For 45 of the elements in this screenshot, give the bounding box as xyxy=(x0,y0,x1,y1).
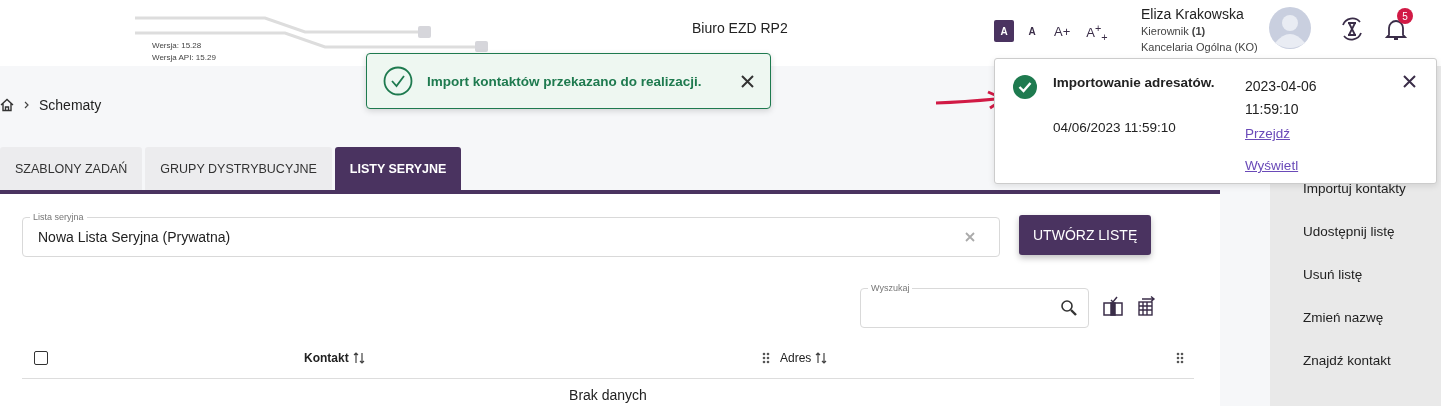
search-field[interactable]: Wyszukaj xyxy=(860,284,1089,328)
menu-item[interactable]: Udostępnij listę xyxy=(1303,221,1441,242)
tab[interactable]: SZABLONY ZADAŃ xyxy=(0,147,143,190)
user-name: Eliza Krakowska xyxy=(1141,5,1245,23)
user-unit: Kancelaria Ogólna (KO) xyxy=(1141,40,1258,55)
close-icon[interactable] xyxy=(741,74,754,88)
tab[interactable]: LISTY SERYJNE xyxy=(334,147,462,190)
version-text: Wersja: 15.28 xyxy=(152,40,203,52)
home-icon[interactable] xyxy=(0,98,14,112)
notification-title: Importowanie adresatów. xyxy=(1053,75,1216,90)
toast-message: Import kontaktów przekazano do realizacji. xyxy=(427,73,703,89)
column-header[interactable]: Kontakt xyxy=(304,351,349,365)
breadcrumb-item[interactable]: Schematy xyxy=(39,97,102,113)
notification-date: 2023-04-06 xyxy=(1245,77,1318,96)
column-header[interactable]: Adres xyxy=(780,351,812,365)
notification-link[interactable]: Przejdź xyxy=(1245,124,1290,144)
breadcrumb-separator-icon xyxy=(24,101,29,109)
check-circle-icon xyxy=(383,66,413,96)
hourglass-icon[interactable] xyxy=(1339,16,1365,42)
drag-handle-icon[interactable] xyxy=(1176,352,1184,364)
search-icon[interactable] xyxy=(1060,299,1078,317)
select-all-checkbox[interactable] xyxy=(34,351,48,365)
list-select-field[interactable]: Lista seryjna Nowa Lista Seryjna (Prywatna) xyxy=(22,213,1000,257)
sort-icon[interactable] xyxy=(815,351,828,365)
notification-time: 11:59:10 xyxy=(1245,100,1300,119)
close-icon[interactable] xyxy=(1403,75,1416,88)
app-title: Biuro EZD RP2 xyxy=(692,20,788,36)
drag-handle-icon[interactable] xyxy=(762,352,770,364)
create-list-button[interactable]: UTWÓRZ LISTĘ xyxy=(1019,215,1152,255)
notification-link[interactable]: Wyświetl xyxy=(1245,156,1299,176)
menu-item[interactable]: Znajdź kontakt xyxy=(1303,350,1441,371)
menu-item[interactable]: Zmień nazwę xyxy=(1303,307,1441,328)
font-size-button[interactable]: A+ xyxy=(1050,20,1075,42)
tab[interactable]: GRUPY DYSTRYBUCYJNE xyxy=(145,147,332,190)
notification-badge: 5 xyxy=(1397,8,1413,24)
empty-table-message: Brak danych xyxy=(568,386,648,403)
font-size-button[interactable]: A xyxy=(994,20,1014,42)
menu-item[interactable]: Usuń listę xyxy=(1303,264,1441,285)
column-toggle-icon[interactable] xyxy=(1103,296,1123,316)
font-size-button[interactable]: A xyxy=(1022,20,1042,42)
check-circle-icon xyxy=(1013,75,1037,99)
user-role: Kierownik (1) xyxy=(1141,24,1207,39)
sort-icon[interactable] xyxy=(352,351,365,365)
notification-timestamp: 04/06/2023 11:59:10 xyxy=(1053,120,1177,135)
api-version-text: Wersja API: 15.29 xyxy=(152,52,216,64)
